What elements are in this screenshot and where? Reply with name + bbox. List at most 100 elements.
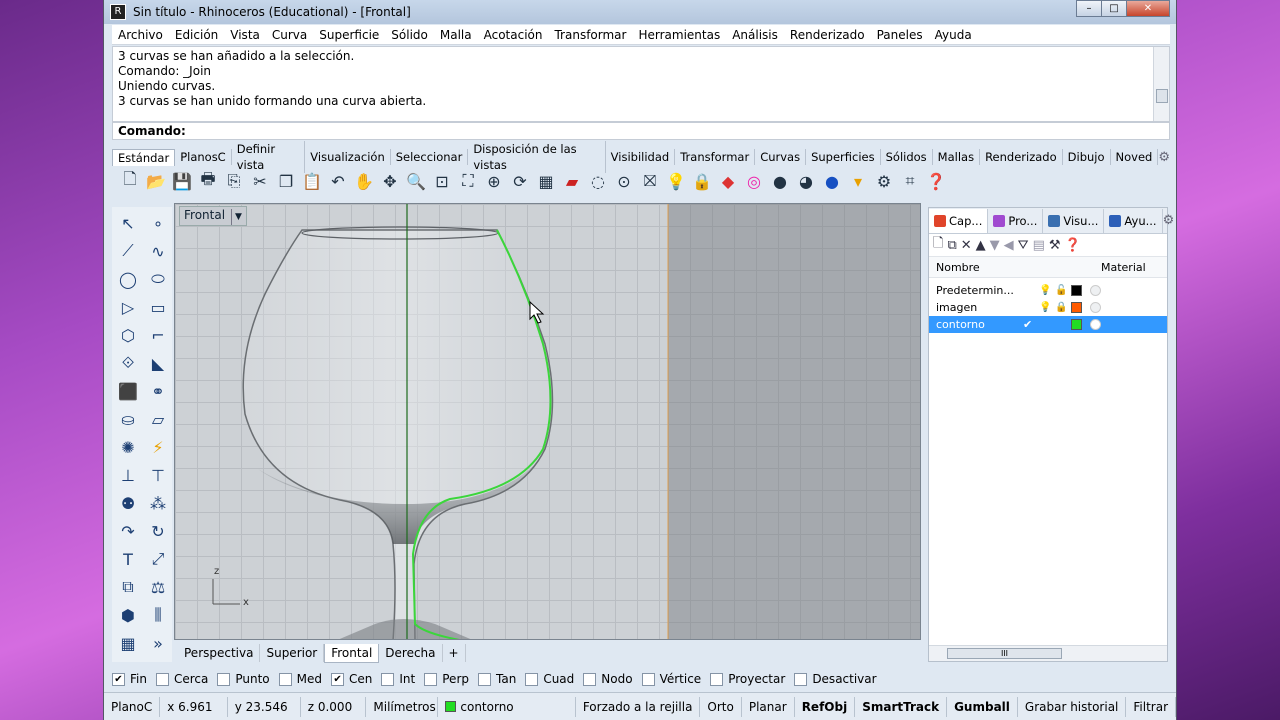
curve-tools-icon[interactable]: ⟐ bbox=[114, 349, 142, 377]
render-icon[interactable]: ● bbox=[820, 169, 844, 193]
osnap-tan[interactable]: Tan bbox=[478, 672, 516, 686]
material-icon[interactable] bbox=[1090, 302, 1101, 313]
panel-gear-icon[interactable]: ⚙ bbox=[1163, 213, 1175, 228]
material-icon[interactable] bbox=[1090, 285, 1101, 296]
rotate-icon[interactable]: ↷ bbox=[114, 517, 142, 545]
status-toggle[interactable]: Forzado a la rejilla bbox=[576, 696, 701, 717]
osnap-checkbox[interactable]: ✔ bbox=[112, 672, 125, 686]
align-icon[interactable]: ⊥ bbox=[114, 461, 142, 489]
new-layer-icon[interactable]: 🗋 bbox=[933, 234, 943, 256]
panel-tab[interactable]: Visu... bbox=[1043, 208, 1105, 233]
select-icon[interactable]: ⛝ bbox=[638, 169, 662, 193]
group-icon[interactable]: ⚉ bbox=[114, 489, 142, 517]
toolbar-tab[interactable]: Transformar bbox=[675, 149, 756, 165]
osnap-proyectar[interactable]: Proyectar bbox=[710, 672, 785, 686]
osnap-checkbox[interactable] bbox=[424, 672, 438, 686]
material-icon[interactable] bbox=[1090, 319, 1101, 330]
menu-item[interactable]: Transformar bbox=[548, 25, 632, 45]
toolbar-tab[interactable]: Curvas bbox=[755, 149, 807, 165]
text-icon[interactable]: T bbox=[114, 545, 142, 573]
grid-snap-icon[interactable]: ⌗ bbox=[898, 169, 922, 193]
command-line[interactable]: Comando: bbox=[112, 122, 1170, 140]
menu-item[interactable]: Superficie bbox=[313, 25, 385, 45]
toolbar-tab[interactable]: PlanosC bbox=[175, 149, 232, 165]
car-icon[interactable]: ▰ bbox=[560, 169, 584, 193]
menu-item[interactable]: Ayuda bbox=[929, 25, 978, 45]
new-icon[interactable]: 🗋 bbox=[118, 169, 142, 193]
toolbar-tab[interactable]: Sólidos bbox=[881, 149, 933, 165]
ellipse-icon[interactable]: ⬭ bbox=[144, 265, 172, 293]
zoom-icon[interactable]: 🔍 bbox=[404, 169, 428, 193]
toolbar-tab[interactable]: Mallas bbox=[933, 149, 981, 165]
menu-item[interactable]: Análisis bbox=[726, 25, 784, 45]
lightbulb-icon[interactable]: 💡 bbox=[1039, 302, 1055, 313]
osnap-checkbox[interactable] bbox=[217, 672, 231, 686]
layer-states-icon[interactable]: ▤ bbox=[1033, 238, 1045, 253]
layer-color-swatch[interactable] bbox=[1071, 302, 1082, 313]
import-icon[interactable]: ⎘ bbox=[222, 169, 246, 193]
dimension-icon[interactable]: ⤢ bbox=[144, 545, 172, 573]
status-toggle[interactable]: Gumball bbox=[947, 696, 1018, 717]
add-viewport-icon[interactable]: + bbox=[443, 644, 466, 662]
fillet-icon[interactable]: ⌐ bbox=[144, 321, 172, 349]
tabs-gear-icon[interactable]: ⚙ bbox=[1158, 150, 1170, 165]
render-sphere-icon[interactable]: ◕ bbox=[794, 169, 818, 193]
viewport-title[interactable]: Frontal ▼ bbox=[179, 206, 247, 226]
distribute-icon[interactable]: ⊤ bbox=[144, 461, 172, 489]
select-arrow-icon[interactable]: ↖ bbox=[114, 209, 142, 237]
layer-color-swatch[interactable] bbox=[1071, 319, 1082, 330]
menu-item[interactable]: Sólido bbox=[385, 25, 434, 45]
move-left-icon[interactable]: ◀ bbox=[1004, 238, 1014, 253]
current-layer[interactable]: contorno bbox=[438, 696, 576, 717]
menu-item[interactable]: Archivo bbox=[112, 25, 169, 45]
hscroll-thumb[interactable]: III bbox=[947, 648, 1062, 659]
zoom-extents-icon[interactable]: ⛶ bbox=[456, 169, 480, 193]
osnap-checkbox[interactable]: ✔ bbox=[331, 672, 345, 686]
block-icon[interactable]: ⧉ bbox=[114, 573, 142, 601]
lock-icon[interactable]: 🔒 bbox=[690, 169, 714, 193]
grid-array-icon[interactable]: ▦ bbox=[114, 629, 142, 657]
new-sublayer-icon[interactable]: ⧉ bbox=[947, 238, 956, 253]
lock-icon[interactable]: 🔒 bbox=[1055, 302, 1071, 313]
move-up-icon[interactable]: ▲ bbox=[976, 238, 986, 253]
curve-icon[interactable]: ∿ bbox=[144, 237, 172, 265]
osnap-punto[interactable]: Punto bbox=[217, 672, 270, 686]
lock-icon[interactable]: 🔓 bbox=[1055, 285, 1071, 296]
panel-tab[interactable]: Ayu... bbox=[1104, 208, 1163, 233]
minimize-button[interactable]: – bbox=[1076, 0, 1102, 17]
cut-icon[interactable]: ✂ bbox=[248, 169, 272, 193]
toolbar-tab[interactable]: Estándar bbox=[112, 148, 176, 166]
osnap-checkbox[interactable] bbox=[278, 672, 292, 686]
surface-icon[interactable]: ◣ bbox=[144, 349, 172, 377]
toolbar-tab[interactable]: Dibujo bbox=[1063, 149, 1111, 165]
close-button[interactable]: ✕ bbox=[1126, 0, 1170, 17]
osnap-nodo[interactable]: Nodo bbox=[583, 672, 633, 686]
rotate-view-icon[interactable]: ⟳ bbox=[508, 169, 532, 193]
menu-item[interactable]: Malla bbox=[434, 25, 478, 45]
status-toggle[interactable]: RefObj bbox=[795, 696, 856, 717]
rotate3d-icon[interactable]: ↻ bbox=[144, 517, 172, 545]
osnap-fin[interactable]: ✔ Fin bbox=[112, 672, 147, 686]
osnap-desactivar[interactable]: Desactivar bbox=[794, 672, 877, 686]
osnap-checkbox[interactable] bbox=[478, 672, 491, 686]
cylinder-icon[interactable]: ⛀ bbox=[114, 405, 142, 433]
toolbar-tab[interactable]: Renderizado bbox=[980, 149, 1063, 165]
material-header[interactable]: Material bbox=[1101, 261, 1146, 274]
viewport-tab[interactable]: Perspectiva bbox=[178, 644, 261, 662]
solid-box-icon[interactable]: ⬢ bbox=[114, 601, 142, 629]
cplane-label[interactable]: PlanoC bbox=[104, 696, 161, 717]
viewport-menu-arrow-icon[interactable]: ▼ bbox=[231, 209, 242, 225]
polygon-icon[interactable]: ⬡ bbox=[114, 321, 142, 349]
osnap-perp[interactable]: Perp bbox=[424, 672, 469, 686]
osnap-cen[interactable]: ✔ Cen bbox=[331, 672, 372, 686]
hide-icon[interactable]: ◌ bbox=[586, 169, 610, 193]
boolean-icon[interactable]: ⚭ bbox=[144, 377, 172, 405]
tools-icon[interactable]: ⚒ bbox=[1049, 238, 1061, 253]
copy-icon[interactable]: ❐ bbox=[274, 169, 298, 193]
move-view-icon[interactable]: ✥ bbox=[378, 169, 402, 193]
settings-gear-icon[interactable]: ⚙ bbox=[872, 169, 896, 193]
osnap-cuad[interactable]: Cuad bbox=[525, 672, 574, 686]
status-toggle[interactable]: Filtrar bbox=[1126, 696, 1177, 717]
osnap-checkbox[interactable] bbox=[583, 672, 597, 686]
analyze-icon[interactable]: ⚖ bbox=[144, 573, 172, 601]
